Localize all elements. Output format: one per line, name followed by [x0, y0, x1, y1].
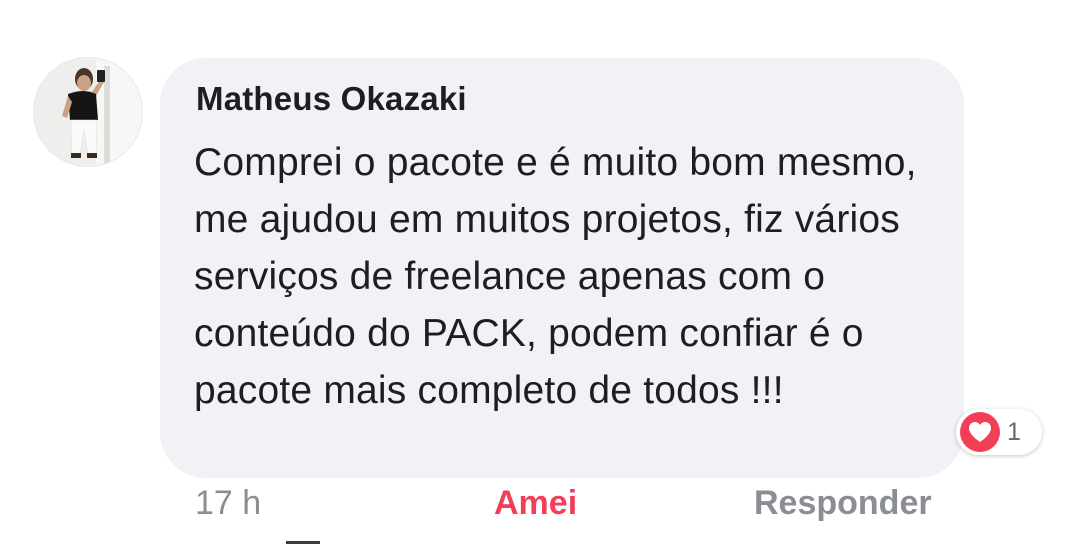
reaction-count: 1 — [1007, 417, 1021, 446]
heart-icon — [960, 412, 1000, 452]
avatar-photo — [34, 58, 142, 166]
reply-button[interactable]: Responder — [754, 484, 932, 523]
comment-text: Comprei o pacote e é muito bom mesmo, me… — [194, 141, 917, 412]
comment-thread: Matheus Okazaki Comprei o pacote e é mui… — [0, 0, 1080, 550]
next-comment-peek — [286, 541, 320, 550]
comment-author[interactable]: Matheus Okazaki — [196, 80, 467, 118]
love-reaction-button[interactable]: Amei — [494, 484, 577, 523]
comment-actions: 17 h Amei Responder — [0, 484, 1080, 534]
comment-bubble: Matheus Okazaki Comprei o pacote e é mui… — [160, 58, 964, 478]
reaction-summary[interactable]: 1 — [956, 409, 1042, 455]
comment-timestamp[interactable]: 17 h — [195, 484, 261, 523]
avatar[interactable] — [34, 58, 142, 166]
